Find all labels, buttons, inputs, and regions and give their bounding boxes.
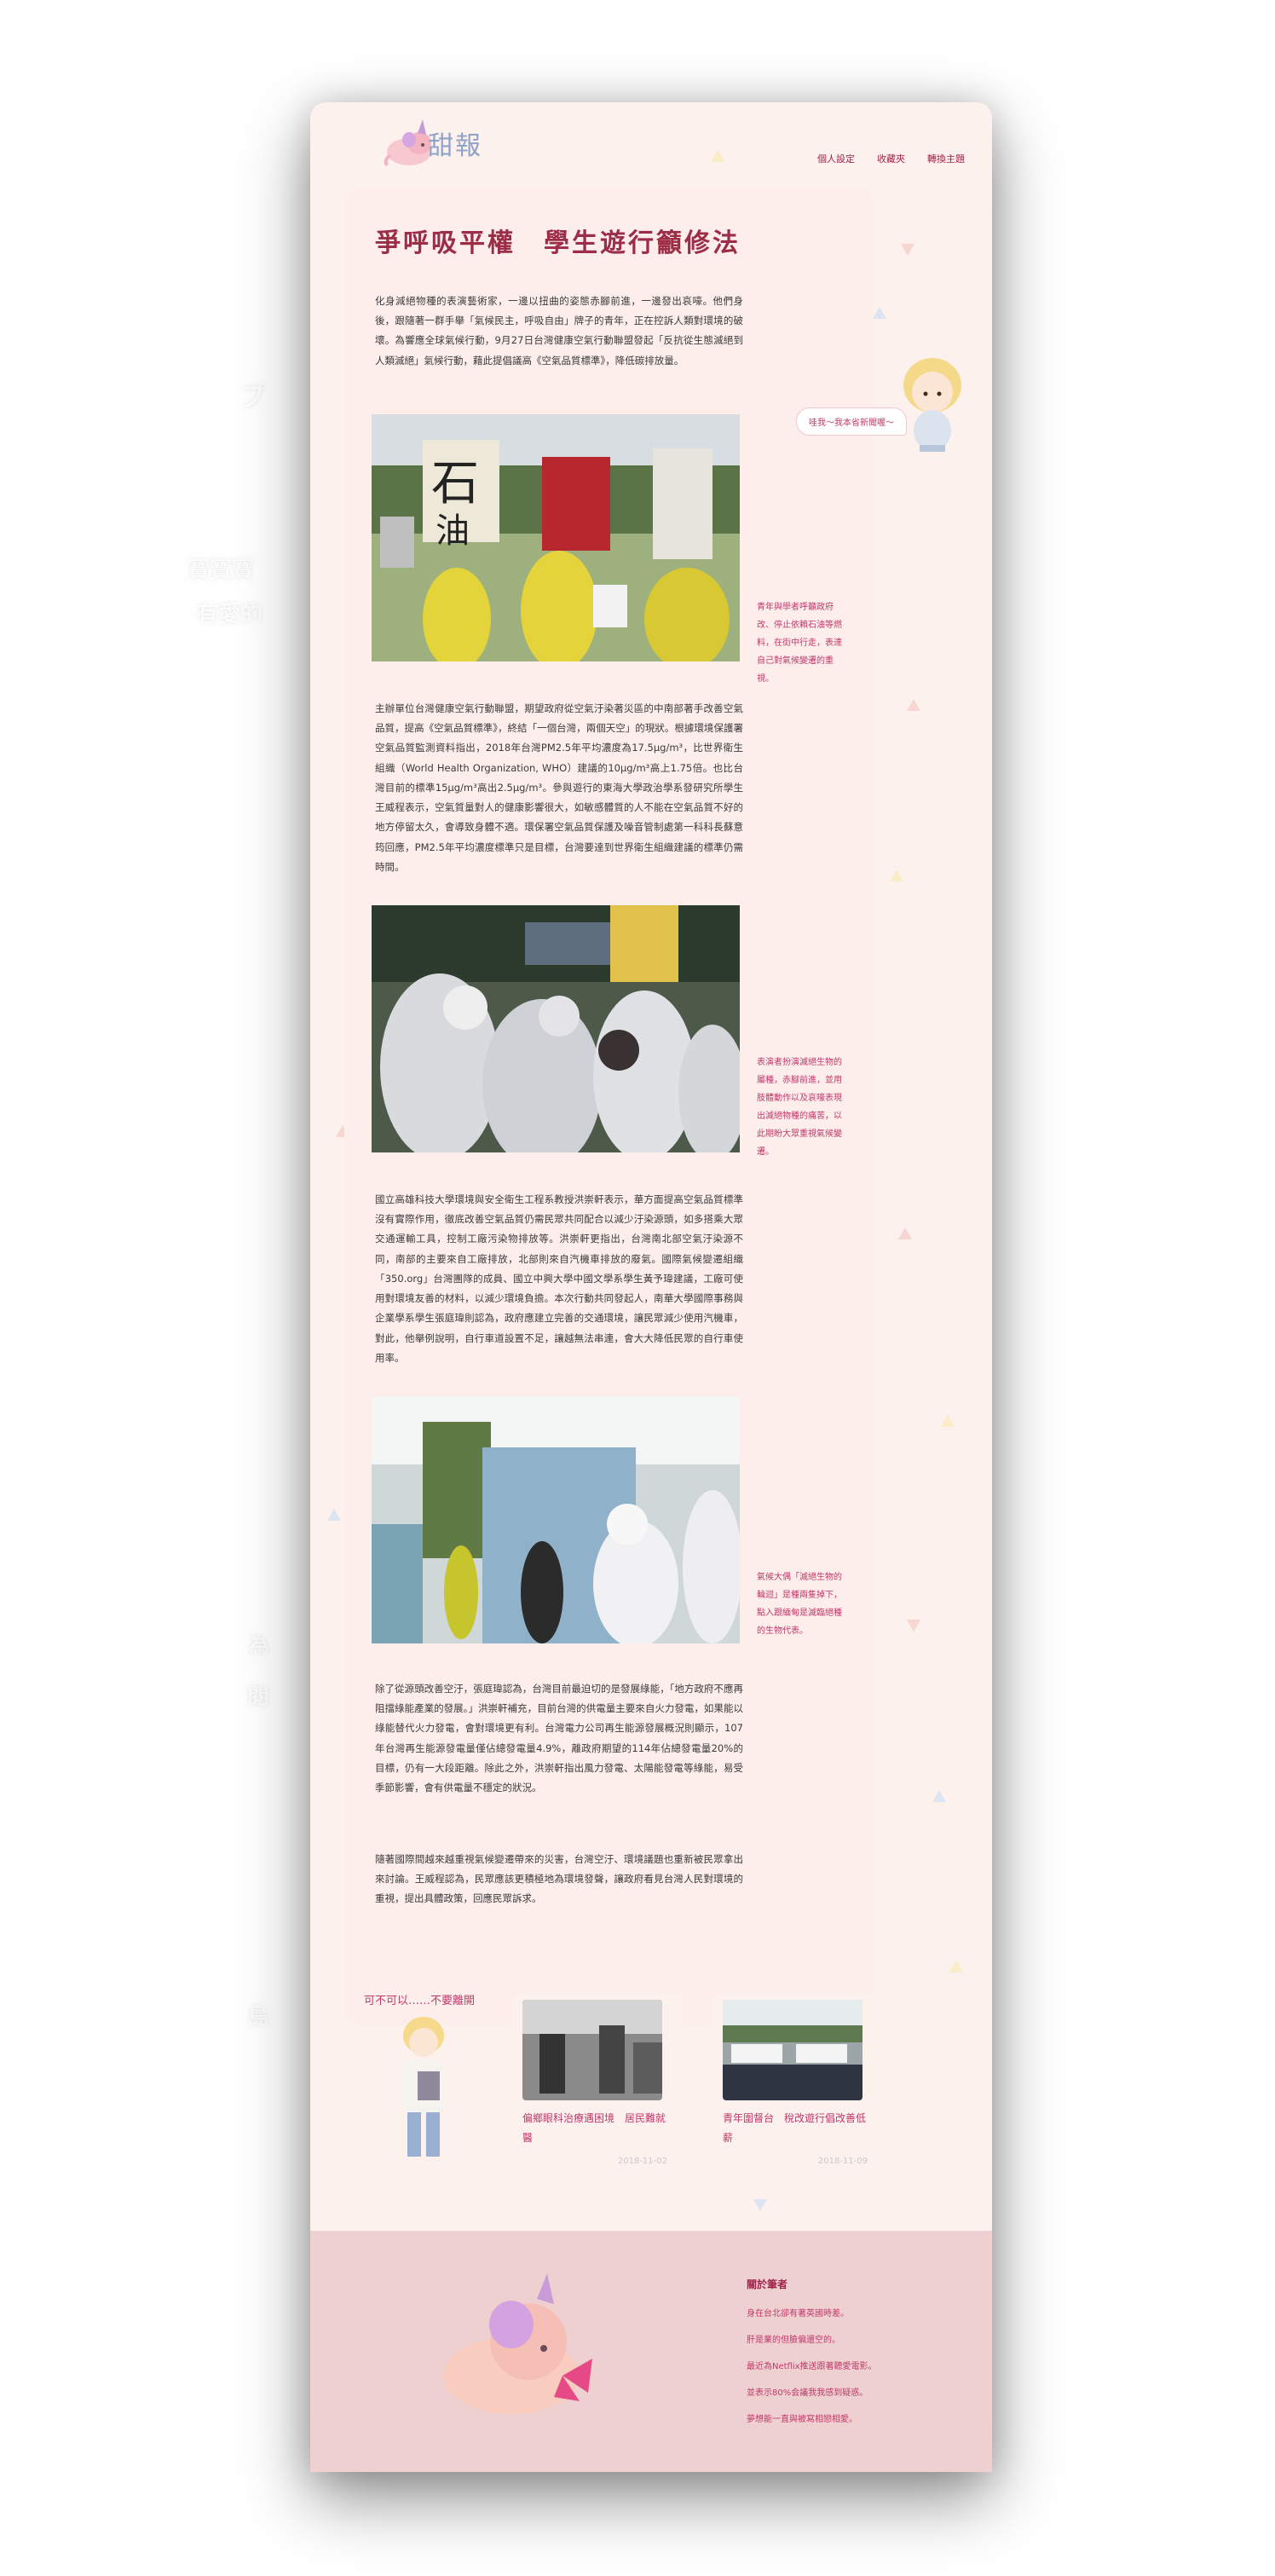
article-intro: 化身減絕物種的表演藝術家，一邊以扭曲的姿態赤腳前進，一邊發出哀嚎。他們身後，跟隨…	[375, 295, 743, 367]
nav-settings-link[interactable]: 個人設定	[817, 152, 855, 165]
confetti-shape	[907, 1620, 920, 1632]
about-author-item: 並表示80%会議我我感到疑惑。	[747, 2388, 868, 2398]
confetti-shape	[753, 2199, 767, 2211]
reading-boy-icon	[402, 2017, 445, 2157]
related-article-image	[723, 2000, 862, 2100]
confetti-shape	[907, 699, 920, 711]
unicorn-mascot-icon	[443, 2273, 592, 2414]
background-text: 閱	[247, 1684, 270, 1710]
page-card: 甜報 個人設定 收藏夾 轉換主題 爭呼吸平權 學生遊行籲修法 化身減絕物種的表演…	[310, 102, 992, 2472]
article-title: 爭呼吸平權 學生遊行籲修法	[375, 228, 741, 258]
article-paragraph-2: 主辦單位台灣健康空氣行動聯盟，期望政府從空氣汙染著災區的中南部著手改善空氣品質，…	[375, 702, 743, 873]
footer: 關於筆者 身在台北卻有著英國時差。 肝是業的但臉偏還空的。 最近為Netflix…	[310, 2231, 992, 2472]
article-paragraph-4: 除了從源頭改善空汙，張庭瑋認為，台灣目前最迫切的是發展綠能，「地方政府不應再阻擋…	[375, 1683, 743, 1794]
article-paragraph-3: 國立高雄科技大學環境與安全衛生工程系教授洪崇軒表示，華方面提高空氣品質標準沒有實…	[375, 1193, 743, 1364]
about-author-item: 身在台北卻有著英國時差。	[747, 2309, 849, 2319]
related-article-date: 2018-11-02	[617, 2157, 667, 2166]
related-article-title[interactable]: 偏鄉眼科治療遇困境 居民難就醫	[522, 2109, 669, 2148]
protest-photo-3	[372, 1396, 740, 1643]
background-text: プ	[239, 380, 267, 413]
photo-2-caption: 表演者扮演滅絕生物的屬種，赤腳前進，並用肢體動作以及哀嚎表現出滅絕物種的痛苦，以…	[757, 1058, 842, 1157]
protest-photo-1: 石 油	[372, 414, 740, 661]
confetti-shape	[898, 1227, 912, 1239]
related-article-image	[522, 2000, 662, 2100]
svg-text:石: 石	[431, 456, 479, 511]
confetti-shape	[901, 244, 914, 256]
about-author-list: 身在台北卻有著英國時差。 肝是業的但臉偏還空的。 最近為Netflix推送跟著聽…	[747, 2306, 877, 2438]
about-author-item: 最近為Netflix推送跟著聽愛電影。	[747, 2362, 877, 2371]
related-section-label: 可不可以……不要離開	[364, 1995, 476, 2007]
about-author-item: 夢想能一直與被寫相戀相愛。	[747, 2415, 857, 2424]
top-nav: 個人設定 收藏夾 轉換主題	[817, 152, 965, 165]
nav-theme-link[interactable]: 轉換主題	[927, 152, 965, 165]
svg-text:油: 油	[436, 511, 470, 551]
background-text: 島	[247, 2004, 270, 2030]
background-text: 寶寶寶	[188, 557, 255, 583]
article-paragraph-5: 隨著國際間越來越重視氣候變遷帶來的災害，台灣空汙、環境議題也重新被民眾拿出來討論…	[375, 1853, 743, 1905]
speech-bubble: 哇我～我本省新聞喔～	[796, 407, 907, 436]
confetti-shape	[949, 1961, 963, 1972]
confetti-shape	[327, 1509, 341, 1521]
related-article-card[interactable]: 青年圍督台 稅改遊行倡改善低薪 2018-11-09	[712, 1993, 883, 2172]
about-author-title: 關於筆者	[747, 2279, 788, 2290]
related-article-title[interactable]: 青年圍督台 稅改遊行倡改善低薪	[723, 2109, 869, 2148]
site-name: 甜報	[428, 131, 482, 161]
about-author-item: 肝是業的但臉偏還空的。	[747, 2336, 840, 2345]
confetti-shape	[941, 1415, 955, 1427]
photo-3-caption: 氣候大偶「滅絕生物的輪迴」是種兩隻掉下，點入跟緬甸是滅臨絕種的生物代表。	[757, 1573, 842, 1636]
boy-character-icon	[903, 358, 961, 452]
protest-photo-2	[372, 905, 740, 1152]
confetti-shape	[932, 1790, 946, 1802]
confetti-shape	[873, 307, 886, 319]
background-text: 有愛的	[196, 602, 263, 627]
confetti-shape	[711, 150, 724, 162]
confetti-shape	[890, 869, 903, 881]
background-text: 為	[247, 1633, 270, 1659]
photo-1-caption: 青年與學者呼籲政府改、停止依賴石油等燃料，在街中行走，表達自己對氣候變遷的重視。	[757, 603, 842, 684]
nav-favorites-link[interactable]: 收藏夾	[877, 152, 905, 165]
related-article-date: 2018-11-09	[817, 2157, 868, 2166]
related-article-card[interactable]: 偏鄉眼科治療遇困境 居民難就醫 2018-11-02	[512, 1993, 683, 2172]
